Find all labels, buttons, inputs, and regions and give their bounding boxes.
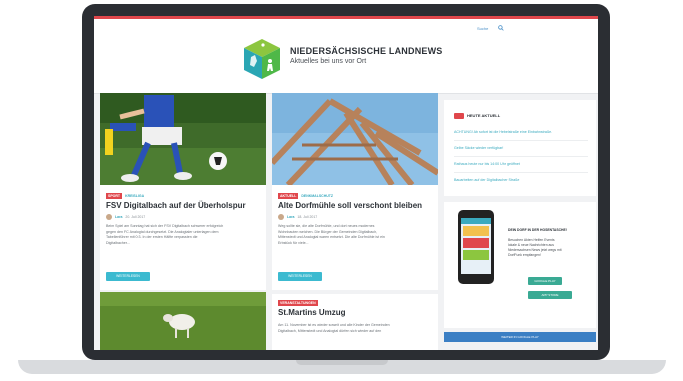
article-title[interactable]: FSV Digitalbach auf der Überholspur <box>106 201 246 210</box>
article-meta: Lara 20. Juli 2017 <box>106 214 145 220</box>
tag-link[interactable]: Kreisliga <box>125 193 144 199</box>
site-title: NIEDERSÄCHSISCHE LANDNEWS <box>290 46 443 56</box>
article-image-sheep[interactable] <box>100 292 266 350</box>
google-play-button[interactable]: Google Play <box>528 277 562 285</box>
site-tagline: Aktuelles bei uns vor Ort <box>290 58 367 65</box>
site-logo[interactable] <box>242 37 282 81</box>
divider <box>454 140 588 141</box>
category-badge[interactable]: Aktuell <box>278 193 299 199</box>
laptop-notch <box>296 360 388 365</box>
article-card: Aktuell Denkmalschutz Alte Dorfmühle sol… <box>272 93 438 290</box>
divider <box>454 156 588 157</box>
phone-screen <box>461 218 491 274</box>
article-image-soccer[interactable] <box>100 93 266 185</box>
article-title[interactable]: Alte Dorfmühle soll verschont bleiben <box>278 201 422 210</box>
category-badge[interactable]: Veranstaltungen <box>278 300 318 306</box>
article-card: Sport Kreisliga FSV Digitalbach auf der … <box>100 93 266 290</box>
article-excerpt: Weg sollte sie, die alte Dorfmühle, und … <box>278 224 385 245</box>
author-avatar <box>278 214 284 220</box>
article-excerpt: Beim Spiel am Sonntag hat sich der FSV D… <box>106 224 224 245</box>
article-card: Veranstaltungen St.Martins Umzug Am 11. … <box>272 294 438 350</box>
heute-badge <box>454 113 464 119</box>
sidebar-news-link[interactable]: Bauarbeiten auf der Digitalbacher Straße <box>454 178 519 182</box>
phone-mockup <box>458 210 494 284</box>
category-badge[interactable]: Sport <box>106 193 123 199</box>
author-name[interactable]: Lara <box>287 215 294 219</box>
article-tags: Sport Kreisliga <box>106 193 144 199</box>
browser-screen: Suche NIEDERSÄCHSISCHE LANDNEWS Aktuelle… <box>94 16 598 350</box>
article-tags: Aktuell Denkmalschutz <box>278 193 333 199</box>
sidebar-news-link[interactable]: Rathaus heute nur bis 14:00 Uhr geöffnet <box>454 162 520 166</box>
promo-text: Besuchen Akten Helfen Events lokale & ne… <box>508 238 562 257</box>
author-name[interactable]: Lara <box>115 215 122 219</box>
promo-footer-bar[interactable]: WEITER IN GOOGLE PLAY <box>444 332 596 342</box>
article-image-timber-frame[interactable] <box>272 93 438 185</box>
article-meta: Lara 18. Juli 2017 <box>278 214 317 220</box>
app-store-button[interactable]: App Store <box>528 291 572 299</box>
read-more-button[interactable]: Weiterlesen <box>278 272 322 281</box>
article-title[interactable]: St.Martins Umzug <box>278 308 346 317</box>
search-link[interactable]: Suche <box>477 26 488 31</box>
tag-link[interactable]: Denkmalschutz <box>301 193 333 199</box>
article-date: 18. Juli 2017 <box>297 215 318 219</box>
search-icon[interactable] <box>498 25 504 31</box>
sidebar-heading: HEUTE AKTUELL <box>467 113 501 118</box>
author-avatar <box>106 214 112 220</box>
sidebar-news-link[interactable]: ACHTUNG! Ab sofort ist die Hebelstraße e… <box>454 130 552 134</box>
read-more-button[interactable]: Weiterlesen <box>106 272 150 281</box>
sidebar-heute-aktuell: HEUTE AKTUELL ACHTUNG! Ab sofort ist die… <box>444 100 596 196</box>
article-date: 20. Juli 2017 <box>125 215 146 219</box>
promo-title: DEIN DORF IN DER HOSENTASCHE! <box>508 228 567 232</box>
article-excerpt: Am 11. November ist es wieder soweit und… <box>278 323 390 333</box>
divider <box>454 172 588 173</box>
site-header: Suche NIEDERSÄCHSISCHE LANDNEWS Aktuelle… <box>94 19 598 94</box>
article-tags: Veranstaltungen <box>278 300 318 306</box>
sidebar-news-link[interactable]: Gelbe Säcke wieder verfügbar! <box>454 146 503 150</box>
